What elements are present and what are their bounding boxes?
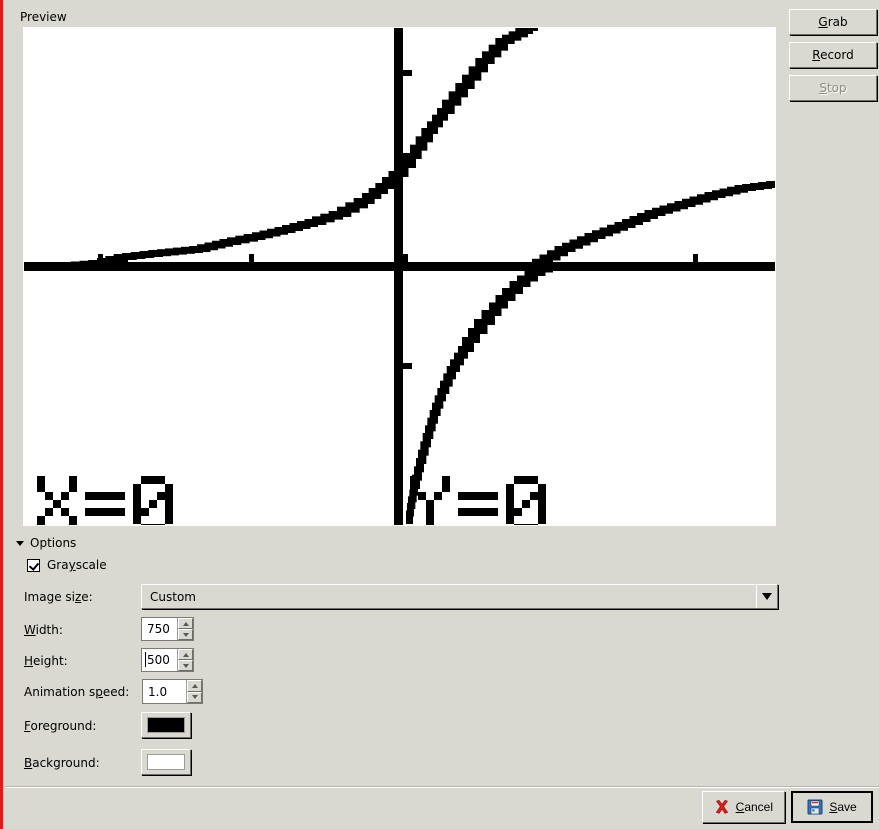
triangle-down-icon: [182, 632, 189, 637]
animation-speed-input[interactable]: 1.0: [143, 680, 186, 703]
image-size-combobox[interactable]: Custom: [141, 584, 778, 609]
height-label: Height:: [24, 654, 68, 668]
width-mnemonic: W: [24, 623, 36, 637]
record-button[interactable]: Record: [789, 42, 877, 68]
foreground-color-swatch: [147, 717, 185, 733]
height-spin-down[interactable]: [178, 660, 193, 671]
options-disclosure[interactable]: Options: [16, 536, 76, 551]
triangle-up-icon: [182, 652, 189, 657]
animation-speed-mnemonic: p: [95, 685, 103, 699]
preview-label: Preview: [20, 10, 67, 24]
image-size-value: Custom: [150, 589, 196, 604]
preview-panel[interactable]: [23, 27, 776, 526]
height-spinner[interactable]: 500: [141, 648, 194, 672]
grab-label-post: rab: [827, 15, 848, 29]
record-label-post: ecord: [820, 48, 854, 62]
options-header-label: Options: [30, 536, 77, 550]
triangle-down-icon: [182, 663, 189, 668]
floppy-disk-icon: [807, 799, 823, 815]
dialog-action-bar: Cancel Save: [701, 791, 873, 823]
width-spin-up[interactable]: [178, 618, 193, 629]
screenshot-app: Preview Grab Record Stop Options Graysca…: [0, 0, 879, 829]
save-button[interactable]: Save: [791, 791, 873, 823]
background-mnemonic: B: [24, 756, 33, 770]
plot-canvas: [24, 28, 775, 525]
record-mnemonic: R: [812, 48, 821, 62]
height-value: 500: [147, 653, 170, 667]
text-caret: [145, 652, 146, 667]
grayscale-checkbox-row[interactable]: Grayscale: [27, 558, 107, 572]
background-color-button[interactable]: [141, 749, 191, 775]
triangle-down-icon: [191, 695, 198, 700]
image-size-dropdown-button[interactable]: [756, 585, 777, 608]
width-spinner[interactable]: 750: [141, 617, 194, 641]
animation-speed-spinner[interactable]: 1.0: [142, 679, 203, 704]
width-input[interactable]: 750: [142, 618, 177, 640]
width-label: Width:: [24, 623, 63, 637]
animation-speed-spin-down[interactable]: [187, 691, 202, 703]
grab-mnemonic: G: [818, 15, 828, 29]
animation-speed-label: Animation speed:: [24, 685, 130, 699]
chevron-down-icon: [16, 541, 24, 546]
grayscale-mnemonic: y: [68, 558, 76, 572]
grayscale-checkbox[interactable]: [27, 558, 40, 572]
foreground-color-button[interactable]: [141, 712, 191, 738]
red-x-icon: [715, 799, 728, 814]
background-label: Background:: [24, 756, 100, 770]
cancel-button[interactable]: Cancel: [701, 791, 785, 823]
background-color-swatch: [147, 754, 185, 770]
stop-mnemonic: S: [819, 81, 827, 95]
image-size-label: Image size:: [24, 590, 93, 604]
cancel-mnemonic: C: [735, 800, 745, 814]
width-spin-down[interactable]: [178, 629, 193, 640]
triangle-up-icon: [182, 621, 189, 626]
save-label: Save: [829, 800, 857, 814]
width-spin-buttons[interactable]: [177, 618, 193, 640]
capture-button-group: Grab Record Stop: [789, 9, 877, 108]
animation-speed-spin-buttons[interactable]: [186, 680, 202, 703]
stop-label-post: top: [826, 81, 847, 95]
chevron-down-icon: [762, 593, 772, 600]
stop-button: Stop: [789, 75, 877, 101]
height-spin-buttons[interactable]: [177, 649, 193, 671]
triangle-up-icon: [191, 683, 198, 688]
height-mnemonic: H: [24, 654, 34, 668]
animation-speed-spin-up[interactable]: [187, 680, 202, 692]
dialog-separator: [6, 786, 879, 788]
height-input[interactable]: 500: [142, 649, 177, 671]
height-spin-up[interactable]: [178, 649, 193, 660]
grayscale-label: Grayscale: [47, 558, 107, 572]
cancel-label: Cancel: [735, 800, 773, 814]
grab-button[interactable]: Grab: [789, 9, 877, 35]
foreground-label: Foreground:: [24, 719, 97, 733]
